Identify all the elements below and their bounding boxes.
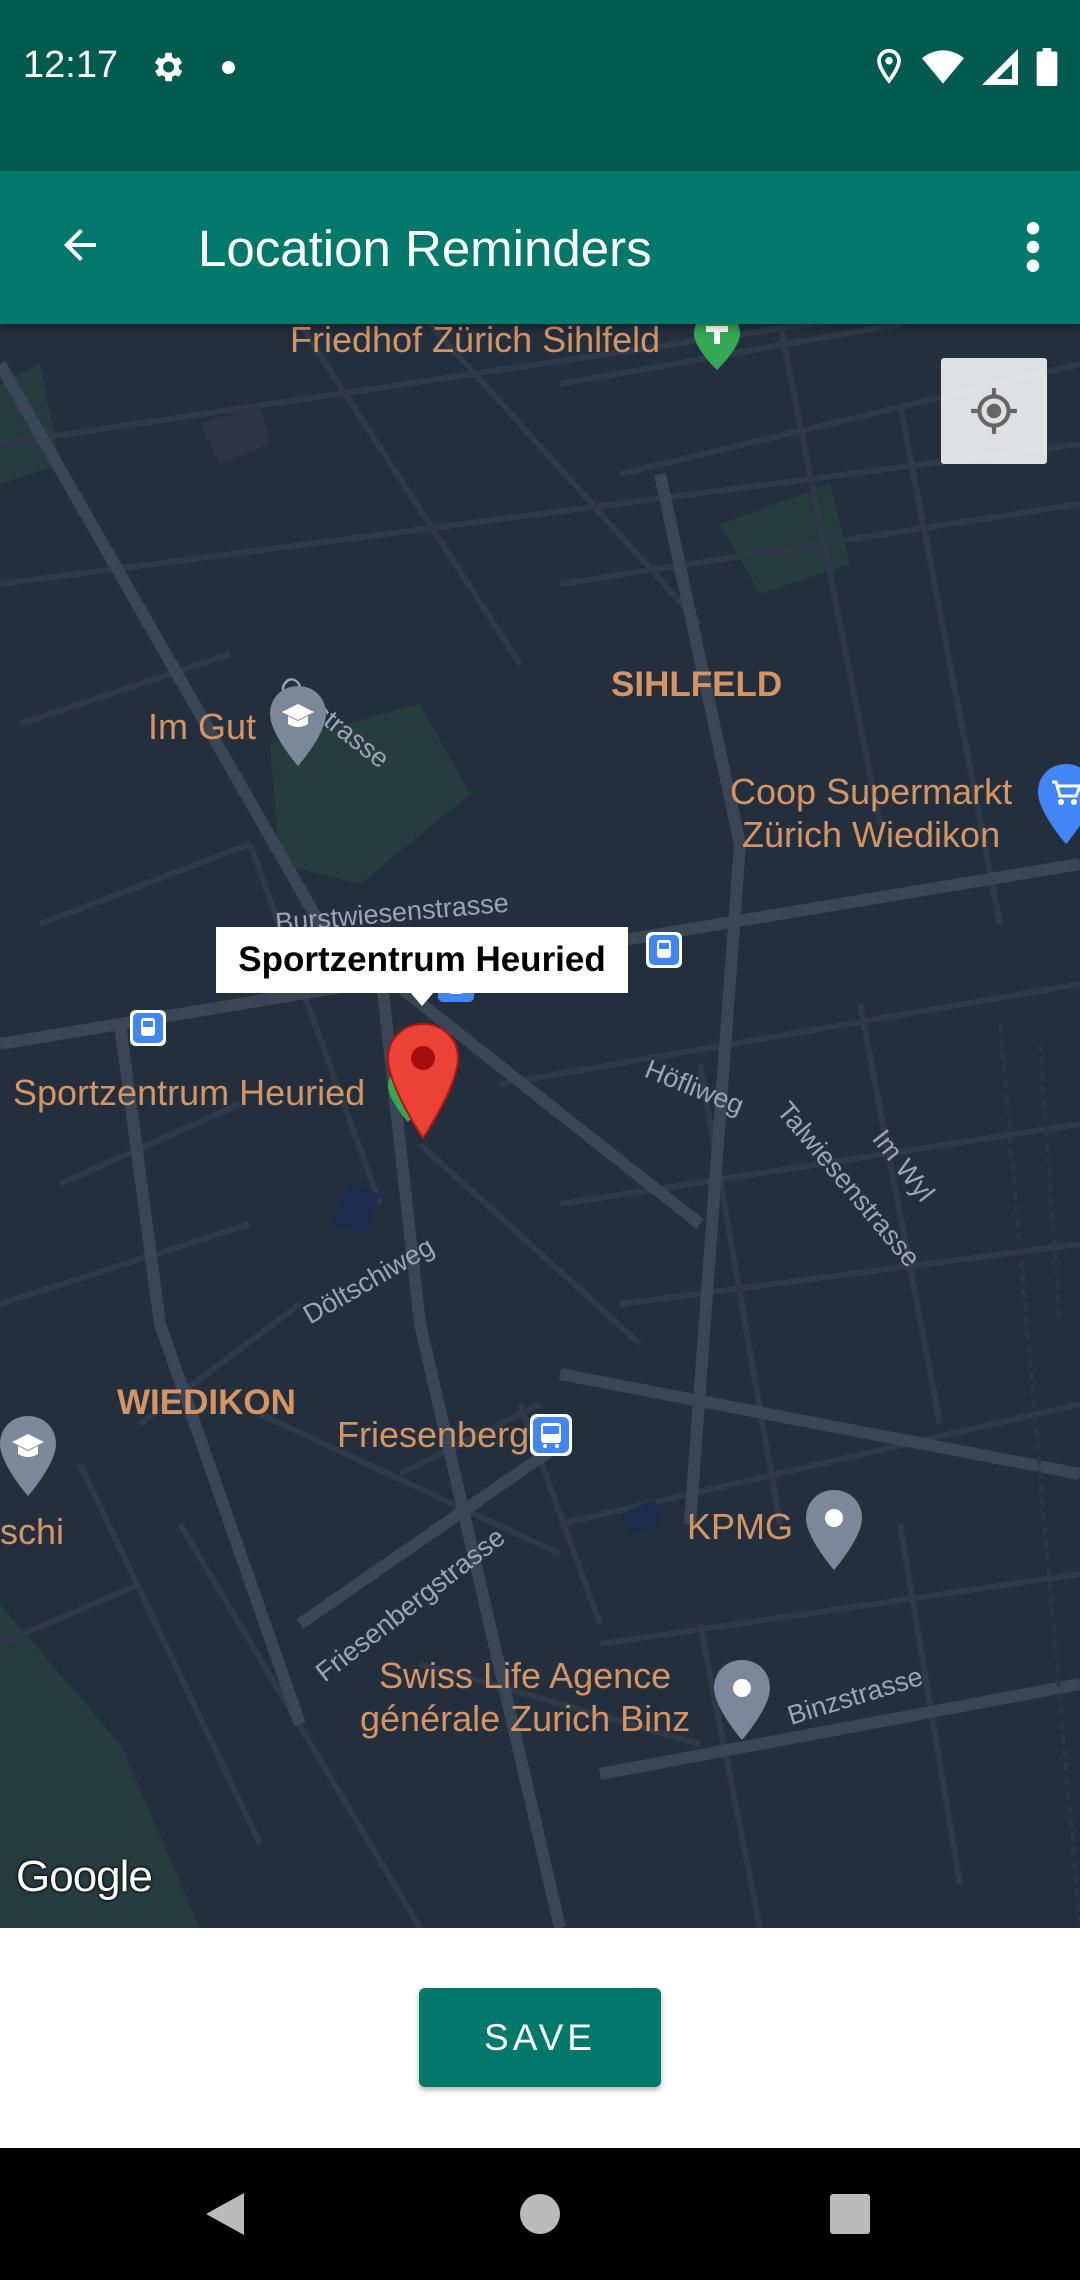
notification-dot-icon — [222, 61, 235, 74]
back-triangle-icon — [206, 2193, 244, 2235]
map-label-kpmg[interactable]: KPMG — [687, 1505, 793, 1548]
tram-stop-icon[interactable] — [646, 932, 682, 973]
map-label-friesenberg[interactable]: Friesenberg — [337, 1413, 529, 1456]
overflow-menu-button[interactable] — [998, 205, 1068, 289]
save-button[interactable]: SAVE — [419, 1988, 661, 2087]
google-attribution: Google — [16, 1852, 153, 1901]
cemetery-poi-icon[interactable] — [688, 324, 746, 377]
map-view[interactable]: Gutstrasse Burstwiesenstrasse Höfliweg T… — [0, 324, 1080, 1928]
map-label-swiss-life-line2: générale Zurich Binz — [360, 1698, 691, 1740]
more-vert-icon — [1026, 222, 1040, 272]
map-label-swiss-life-line1: Swiss Life Agence — [379, 1655, 672, 1696]
school-poi-icon[interactable] — [0, 1414, 58, 1503]
status-time: 12:17 — [23, 44, 119, 86]
gear-icon — [148, 48, 186, 91]
bus-stop-icon[interactable] — [530, 1414, 572, 1461]
school-poi-icon[interactable] — [268, 684, 328, 773]
info-window-tail — [410, 992, 434, 1006]
wifi-icon — [922, 50, 964, 89]
location-marker-icon[interactable] — [386, 1022, 460, 1145]
map-label-friedhof[interactable]: Friedhof Zürich Sihlfeld — [290, 324, 660, 361]
status-icons — [874, 48, 1058, 91]
battery-icon — [1036, 48, 1058, 91]
map-label-coop-line2: Zürich Wiedikon — [742, 814, 1001, 856]
bottom-panel: SAVE — [0, 1928, 1080, 2148]
recents-square-icon — [830, 2194, 870, 2234]
navigation-bar — [0, 2148, 1080, 2280]
map-label-sihlfeld: SIHLFELD — [611, 665, 783, 704]
tram-stop-icon[interactable] — [130, 1010, 166, 1051]
nav-back-button[interactable] — [180, 2172, 270, 2256]
map-label-schi[interactable]: schi — [0, 1510, 64, 1553]
page-title: Location Reminders — [198, 220, 652, 277]
app-bar: Location Reminders — [0, 171, 1080, 324]
location-icon — [874, 48, 904, 91]
nav-home-button[interactable] — [495, 2172, 585, 2256]
status-bar: 12:17 — [0, 0, 1080, 171]
home-circle-icon — [520, 2194, 560, 2234]
nav-recents-button[interactable] — [805, 2172, 895, 2256]
signal-icon — [982, 49, 1018, 90]
my-location-icon — [971, 388, 1017, 434]
map-label-swiss-life[interactable]: Swiss Life Agence générale Zurich Binz — [360, 1654, 690, 1740]
map-label-sportzentrum[interactable]: Sportzentrum Heuried — [13, 1071, 365, 1114]
map-label-coop[interactable]: Coop Supermarkt Zürich Wiedikon — [730, 770, 1012, 856]
marker-info-window[interactable]: Sportzentrum Heuried — [216, 927, 628, 993]
shopping-cart-poi-icon[interactable] — [1036, 762, 1080, 851]
place-pin-icon[interactable] — [712, 1658, 772, 1747]
place-pin-icon[interactable] — [804, 1488, 864, 1577]
arrow-back-icon — [64, 229, 96, 261]
map-label-im-gut[interactable]: Im Gut — [148, 705, 256, 748]
back-button[interactable] — [40, 205, 120, 285]
map-label-wiedikon: WIEDIKON — [117, 1383, 296, 1422]
my-location-button[interactable] — [941, 358, 1047, 464]
map-label-coop-line1: Coop Supermarkt — [730, 771, 1013, 812]
